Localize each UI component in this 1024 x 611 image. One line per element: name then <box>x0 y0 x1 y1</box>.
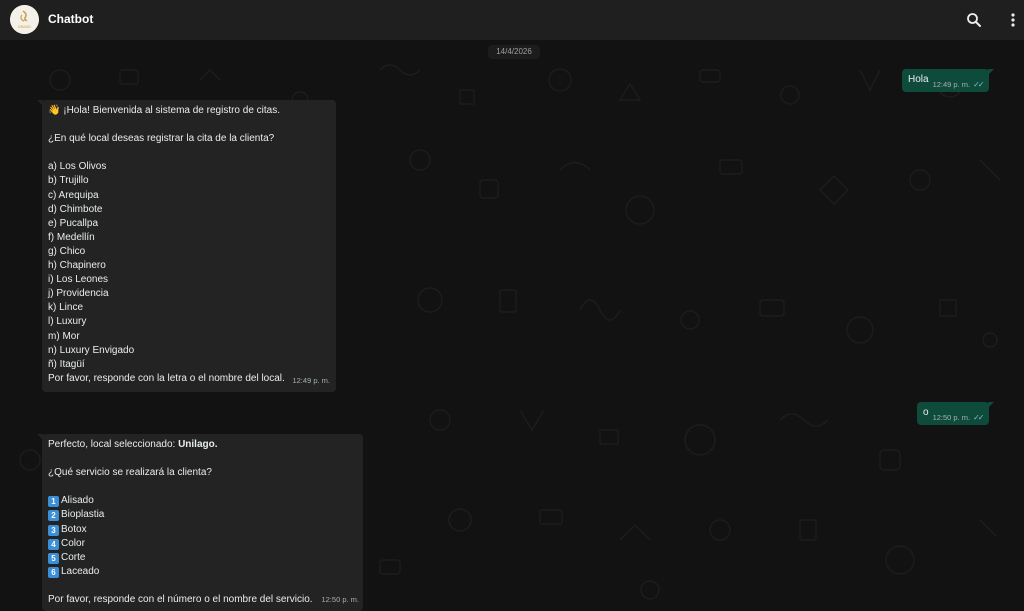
message-line: 👋 ¡Hola! Bienvenida al sistema de regist… <box>48 105 281 116</box>
outgoing-message[interactable]: Hola 12:49 p. m. ✓✓ <box>902 69 994 92</box>
option-line: a) Los Olivos <box>48 161 107 173</box>
keycap-4-icon: 4 <box>48 538 59 550</box>
date-separator: 14/4/2026 <box>488 45 540 59</box>
message-line: ¿Qué servicio se realizará la clienta? <box>48 467 212 479</box>
service-option: 4 Color <box>48 537 357 551</box>
brand-logo-icon: BRAND <box>10 5 39 34</box>
option-line: ñ) Itagüí <box>48 358 85 370</box>
service-option: 3 Botox <box>48 523 357 537</box>
incoming-message[interactable]: Perfecto, local seleccionado: Unilago. ¿… <box>37 434 363 611</box>
message-line: Por favor, responde con el número o el n… <box>48 594 313 606</box>
chat-area[interactable]: 14/4/2026 Hola 12:49 p. m. ✓✓ 👋 ¡Hola! B… <box>0 40 1024 611</box>
message-time: 12:50 p. m. <box>321 594 359 604</box>
option-line: f) Medellín <box>48 231 95 243</box>
message-line <box>48 452 357 466</box>
keycap-6-icon: 6 <box>48 566 59 578</box>
outgoing-message[interactable]: o 12:50 p. m. ✓✓ <box>917 402 993 425</box>
message-line: ¿En qué local deseas registrar la cita d… <box>48 133 275 145</box>
keycap-2-icon: 2 <box>48 510 59 522</box>
service-option: 6 Laceado <box>48 565 357 579</box>
option-line: i) Los Leones <box>48 274 109 286</box>
option-line: m) Mor <box>48 330 80 342</box>
option-line: h) Chapinero <box>48 260 106 272</box>
option-line: d) Chimbote <box>48 203 103 215</box>
double-check-icon: ✓✓ <box>973 413 984 422</box>
svg-text:BRAND: BRAND <box>18 25 31 29</box>
option-line: c) Arequipa <box>48 189 99 201</box>
service-option: 2 Bioplastia <box>48 508 357 522</box>
option-line: n) Luxury Envigado <box>48 344 135 356</box>
service-option: 5 Corte <box>48 551 357 565</box>
page-title: Chatbot <box>48 12 94 26</box>
message-time: 12:49 p. m. <box>292 375 330 385</box>
double-check-icon: ✓✓ <box>973 80 984 89</box>
service-option: 1 Alisado <box>48 494 357 508</box>
option-line: g) Chico <box>48 245 86 257</box>
message-line: Perfecto, local seleccionado: Unilago. <box>48 439 218 450</box>
more-vertical-icon[interactable] <box>1003 10 1023 30</box>
message-line <box>48 146 330 160</box>
keycap-3-icon: 3 <box>48 524 59 536</box>
message-line: Por favor, responde con la letra o el no… <box>48 372 285 384</box>
option-line: b) Trujillo <box>48 175 89 187</box>
message-text: Hola <box>908 74 929 85</box>
keycap-5-icon: 5 <box>48 552 59 564</box>
option-line: l) Luxury <box>48 316 87 328</box>
option-line: e) Pucallpa <box>48 217 99 229</box>
chat-header: BRAND Chatbot <box>0 0 1024 40</box>
message-line <box>48 579 357 593</box>
option-line: k) Lince <box>48 302 84 314</box>
message-time: 12:50 p. m. ✓✓ <box>933 411 985 425</box>
message-line <box>48 480 357 494</box>
incoming-message[interactable]: 👋 ¡Hola! Bienvenida al sistema de regist… <box>37 100 336 392</box>
option-line: j) Providencia <box>48 288 109 300</box>
search-icon[interactable] <box>964 10 984 30</box>
selected-location: Unilago. <box>178 439 218 450</box>
message-text: o <box>923 407 929 418</box>
avatar[interactable]: BRAND <box>10 5 39 34</box>
waving-hand-icon: 👋 <box>48 105 61 116</box>
keycap-1-icon: 1 <box>48 496 59 508</box>
message-line <box>48 118 330 132</box>
message-time: 12:49 p. m. ✓✓ <box>933 78 985 92</box>
